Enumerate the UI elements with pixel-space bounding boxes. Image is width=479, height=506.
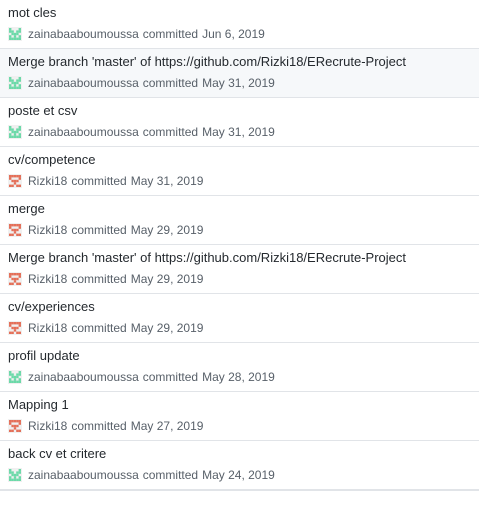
commit-title-link[interactable]: Merge branch 'master' of https://github.… [8,54,473,70]
commit-meta: zainabaaboumoussa committed Jun 6, 2019 [8,24,479,44]
commit-author-link[interactable]: zainabaaboumoussa [28,26,139,42]
commit-meta: zainabaaboumoussa committed May 28, 2019 [8,367,479,387]
commit-author-link[interactable]: zainabaaboumoussa [28,75,139,91]
commit-author-link[interactable]: Rizki18 [28,173,67,189]
commit-date: Jun 6, 2019 [202,27,265,41]
commit-meta: Rizki18 committed May 31, 2019 [8,171,479,191]
commit-author-link[interactable]: zainabaaboumoussa [28,369,139,385]
commit-row[interactable]: cv/experiences Rizki18 committed May 29,… [0,294,479,343]
commit-author-link[interactable]: Rizki18 [28,320,67,336]
commit-meta: Rizki18 committed May 29, 2019 [8,220,479,240]
commit-meta: Rizki18 committed May 29, 2019 [8,269,479,289]
commit-row[interactable]: poste et csv zainabaaboumoussa committed… [0,98,479,147]
committed-label: committed [71,174,127,188]
commit-date: May 29, 2019 [130,272,204,286]
commit-title-link[interactable]: mot cles [8,5,473,21]
green-identicon-icon[interactable] [8,76,22,90]
commit-row[interactable]: back cv et critere zainabaaboumoussa com… [0,441,479,490]
commit-meta: Rizki18 committed May 27, 2019 [8,416,479,436]
committed-label: committed [142,76,199,90]
commit-author-link[interactable]: zainabaaboumoussa [28,124,139,140]
commit-title-link[interactable]: profil update [8,348,473,364]
committed-label: committed [142,125,199,139]
commit-title-link[interactable]: cv/competence [8,152,473,168]
commit-author-link[interactable]: Rizki18 [28,271,67,287]
commit-row[interactable]: mot cles zainabaaboumoussa committed Jun… [0,0,479,49]
committed-label: committed [142,468,199,482]
commit-date: May 28, 2019 [202,370,275,384]
green-identicon-icon[interactable] [8,125,22,139]
commit-date: May 29, 2019 [130,321,204,335]
committed-label: committed [142,27,199,41]
commit-author-link[interactable]: zainabaaboumoussa [28,467,139,483]
green-identicon-icon[interactable] [8,27,22,41]
red-identicon-icon[interactable] [8,223,22,237]
green-identicon-icon[interactable] [8,370,22,384]
commit-title-link[interactable]: Merge branch 'master' of https://github.… [8,250,473,266]
commit-meta: zainabaaboumoussa committed May 31, 2019 [8,122,479,142]
commit-row[interactable]: merge Rizki18 committed May 29, 2019 [0,196,479,245]
committed-label: committed [142,370,199,384]
commit-author-link[interactable]: Rizki18 [28,222,67,238]
commit-title-link[interactable]: back cv et critere [8,446,473,462]
commit-row[interactable]: Mapping 1 Rizki18 committed May 27, 2019 [0,392,479,441]
committed-label: committed [71,223,127,237]
commit-title-link[interactable]: merge [8,201,473,217]
commit-meta: zainabaaboumoussa committed May 24, 2019 [8,465,479,485]
commit-title-link[interactable]: Mapping 1 [8,397,473,413]
commit-date: May 31, 2019 [202,125,275,139]
commit-row[interactable]: cv/competence Rizki18 committed May 31, … [0,147,479,196]
committed-label: committed [71,419,127,433]
commit-date: May 31, 2019 [202,76,275,90]
commit-date: May 24, 2019 [202,468,275,482]
commit-list: mot cles zainabaaboumoussa committed Jun… [0,0,479,491]
red-identicon-icon[interactable] [8,419,22,433]
red-identicon-icon[interactable] [8,321,22,335]
commit-row[interactable]: Merge branch 'master' of https://github.… [0,245,479,294]
commit-date: May 27, 2019 [130,419,204,433]
commit-title-link[interactable]: cv/experiences [8,299,473,315]
commit-meta: zainabaaboumoussa committed May 31, 2019 [8,73,479,93]
red-identicon-icon[interactable] [8,174,22,188]
commit-title-link[interactable]: poste et csv [8,103,473,119]
commit-row[interactable]: profil update zainabaaboumoussa committe… [0,343,479,392]
committed-label: committed [71,272,127,286]
commit-row[interactable]: Merge branch 'master' of https://github.… [0,49,479,98]
red-identicon-icon[interactable] [8,272,22,286]
commit-meta: Rizki18 committed May 29, 2019 [8,318,479,338]
commit-date: May 31, 2019 [130,174,204,188]
green-identicon-icon[interactable] [8,468,22,482]
commit-date: May 29, 2019 [130,223,204,237]
commit-author-link[interactable]: Rizki18 [28,418,67,434]
committed-label: committed [71,321,127,335]
